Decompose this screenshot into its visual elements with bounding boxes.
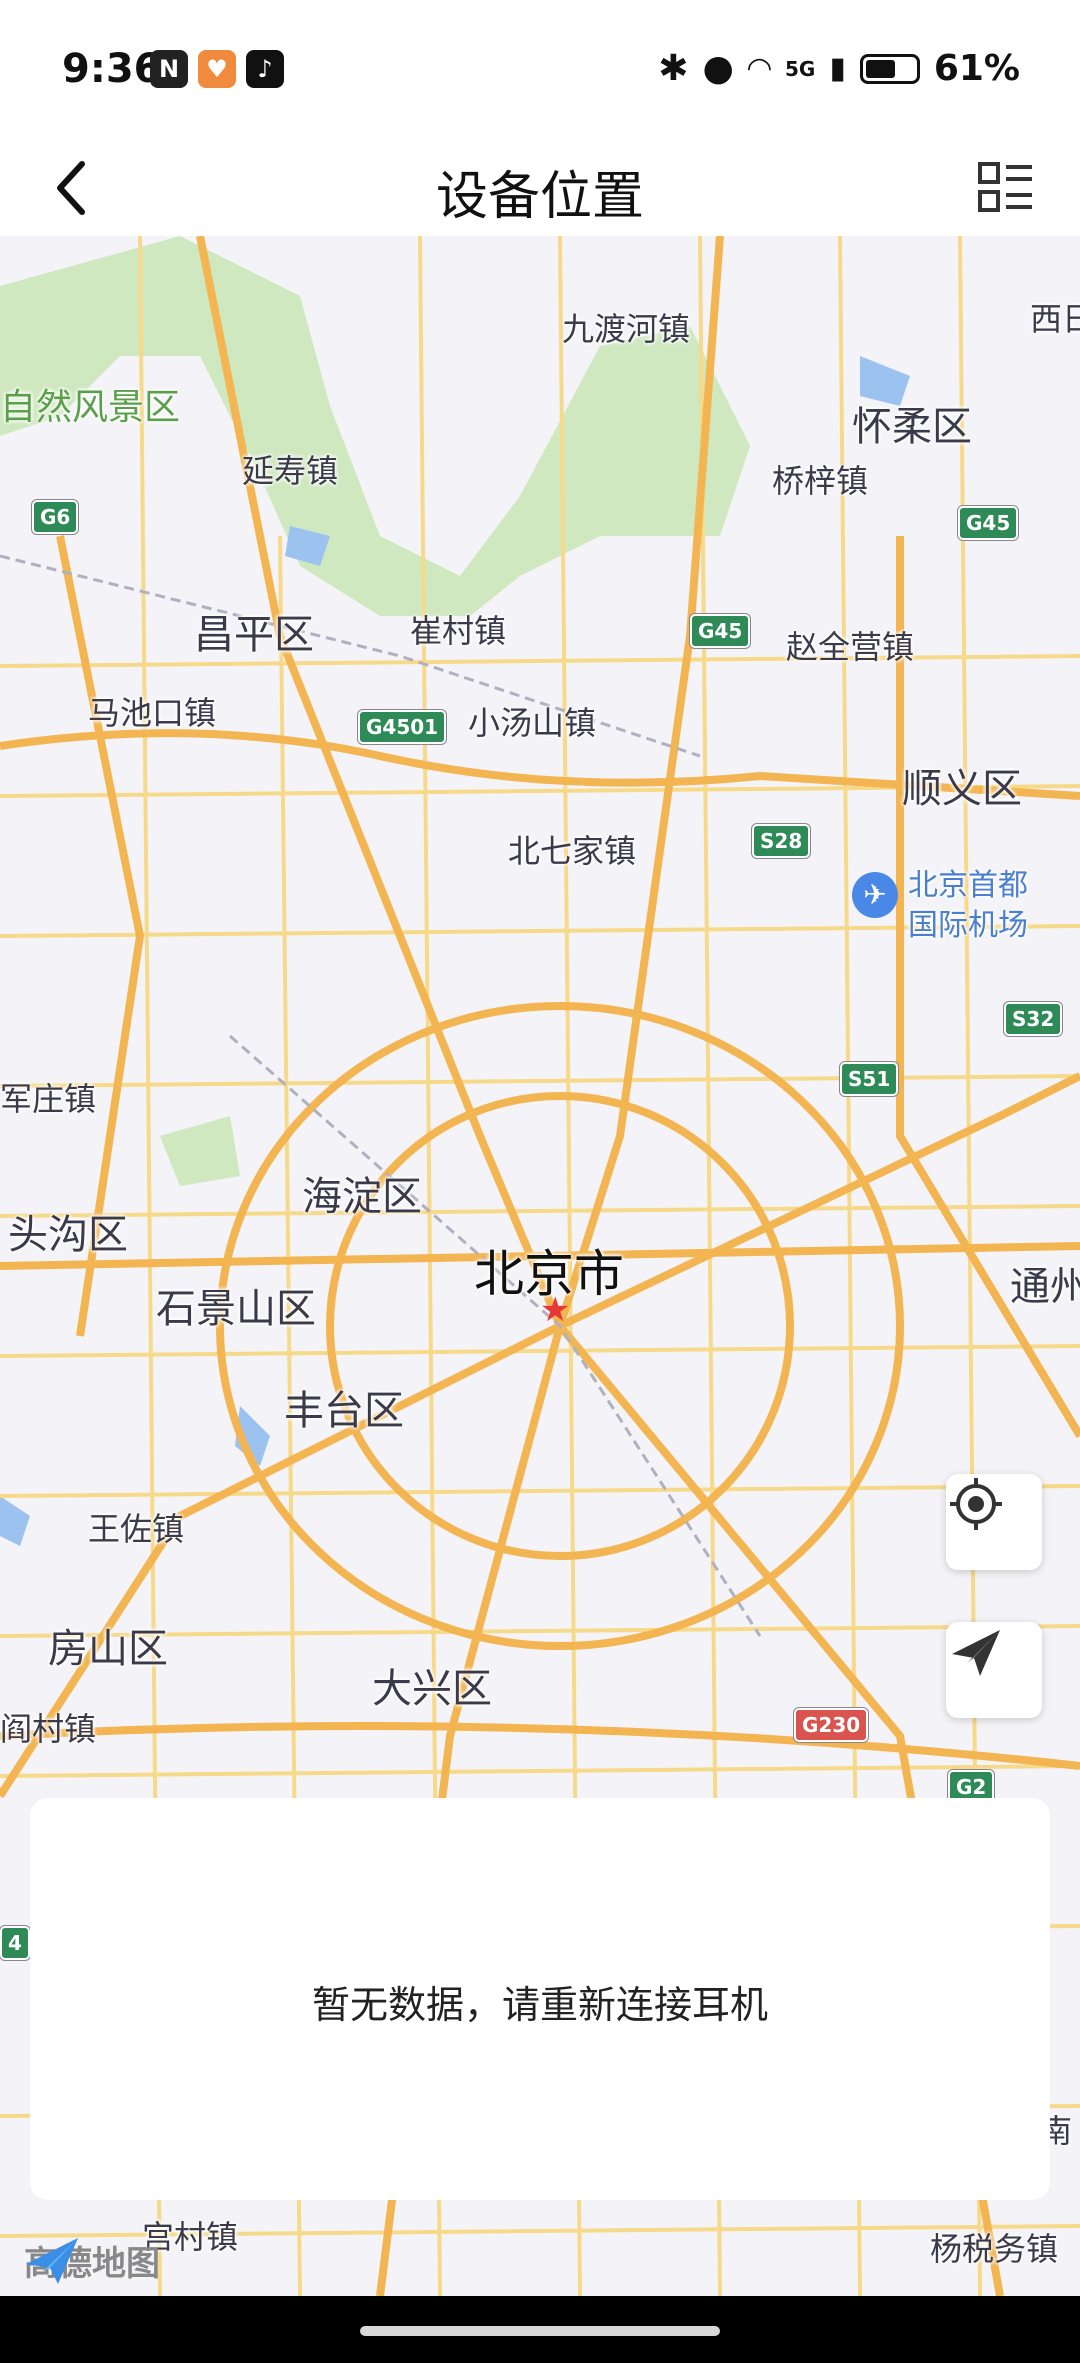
label-yangshuiwu: 杨税务镇 [930, 2230, 1059, 2268]
label-jiuduhe: 九渡河镇 [562, 310, 691, 348]
map-view[interactable]: 自然风景区 九渡河镇 怀柔区 西日 延寿镇 桥梓镇 昌平区 崔村镇 赵全营镇 马… [0, 236, 1080, 2296]
status-right: ✱ ● ◠ 5G ▮ 61% [658, 48, 1020, 89]
label-xiaotangshan: 小汤山镇 [468, 704, 597, 742]
label-yanshou: 延寿镇 [242, 452, 339, 490]
label-shunyi: 顺义区 [902, 766, 1022, 812]
amap-logo: 高德地图 [24, 2236, 160, 2285]
app-header: 设备位置 [0, 140, 1080, 236]
home-indicator[interactable] [360, 2326, 720, 2336]
system-nav-bar [0, 2296, 1080, 2363]
status-time: 9:36 [62, 46, 162, 92]
airplane-icon: ✈ [852, 872, 898, 918]
label-changping: 昌平区 [194, 612, 314, 658]
label-huairou: 怀柔区 [852, 404, 972, 450]
signal-icon: ▮ [829, 51, 846, 86]
label-shijingshan: 石景山区 [156, 1286, 316, 1332]
label-airport-line2: 国际机场 [908, 908, 1028, 943]
wifi-icon: ◠ [747, 51, 771, 86]
label-junzhuang: 军庄镇 [0, 1080, 97, 1118]
battery-icon [859, 53, 920, 84]
shield-g6: G6 [32, 500, 79, 534]
greenland-area-small [160, 1116, 240, 1186]
list-view-button[interactable] [970, 154, 1040, 224]
list-view-icon [978, 162, 1032, 212]
battery-fill [865, 59, 895, 78]
shield-g230: G230 [794, 1708, 869, 1742]
pond-west [0, 1496, 30, 1546]
label-yancun: 阎村镇 [0, 1710, 97, 1748]
label-daxing: 大兴区 [372, 1666, 492, 1712]
label-machikou: 马池口镇 [88, 694, 217, 732]
label-airport-line1: 北京首都 [908, 868, 1028, 903]
shield-s32: S32 [1004, 1002, 1063, 1036]
label-fengtai: 丰台区 [284, 1388, 404, 1434]
label-tongzhou-partial: 通州 [1010, 1264, 1080, 1310]
label-cuicun: 崔村镇 [410, 612, 507, 650]
label-wangzuo: 王佐镇 [88, 1510, 185, 1548]
battery-text: 61% [933, 48, 1020, 89]
navigate-button[interactable] [946, 1622, 1042, 1718]
status-card: 暂无数据，请重新连接耳机 [30, 1798, 1050, 2200]
shield-s28: S28 [752, 824, 811, 858]
shield-s51: S51 [840, 1062, 899, 1096]
network-label: 5G [784, 56, 816, 81]
label-haidian: 海淀区 [302, 1174, 422, 1220]
page-title: 设备位置 [435, 167, 644, 227]
label-xi-partial: 西日 [1030, 300, 1080, 338]
shield-g45: G45 [690, 614, 751, 648]
status-app-icons: N ♥ ♪ [150, 50, 284, 88]
amap-logo-icon [26, 2238, 78, 2284]
label-fangshan: 房山区 [48, 1626, 168, 1672]
paper-plane-icon [952, 1630, 1000, 1676]
tiktok-icon: ♪ [246, 50, 284, 88]
shield-g45-north: G45 [958, 506, 1019, 540]
label-mentougou: 头沟区 [8, 1212, 128, 1258]
label-zhaoquanying: 赵全营镇 [786, 628, 915, 666]
label-scenic-area: 自然风景区 [0, 387, 181, 428]
locate-button[interactable] [946, 1474, 1042, 1570]
crosshair-icon [950, 1478, 1002, 1530]
status-bar: 9:36 N ♥ ♪ ✱ ● ◠ 5G ▮ 61% [0, 0, 1080, 140]
label-beiqijia: 北七家镇 [508, 832, 637, 870]
app-heart-icon: ♥ [198, 50, 236, 88]
label-qiaozi: 桥梓镇 [772, 462, 869, 500]
nfc-icon: N [150, 50, 188, 88]
shield-partial: 4 [0, 1926, 30, 1960]
location-marker-icon: ★ [540, 1290, 571, 1330]
no-data-message: 暂无数据，请重新连接耳机 [311, 1983, 768, 2027]
bluetooth-icon: ✱ [658, 48, 689, 89]
shield-g4501: G4501 [358, 710, 447, 744]
location-icon: ● [702, 48, 734, 89]
